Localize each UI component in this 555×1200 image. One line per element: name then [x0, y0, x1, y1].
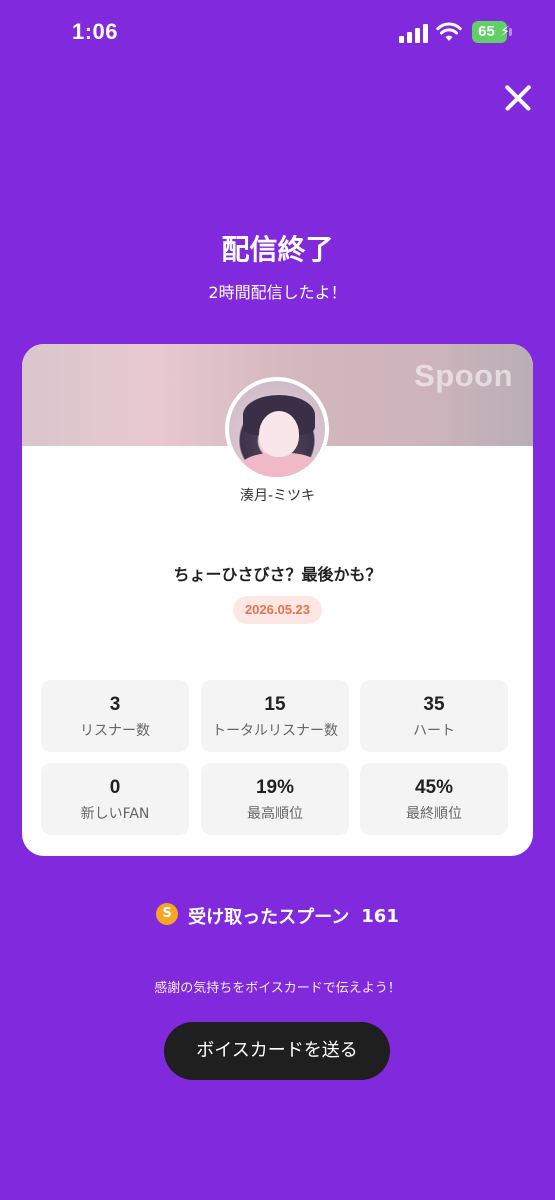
battery-level: 65: [478, 23, 495, 40]
received-spoons: S 受け取ったスプーン 161: [0, 903, 555, 929]
close-icon[interactable]: [498, 78, 538, 118]
stat-hearts: 35 ハート: [360, 680, 508, 752]
stat-label: ハート: [413, 723, 455, 739]
status-time: 1:06: [72, 19, 119, 44]
broadcast-summary-card: Spoon 湊月-ミツキ ちょーひさびさ？最後かも？ 2026.05.23 3 …: [22, 344, 533, 856]
avatar[interactable]: [225, 377, 329, 481]
battery-icon: 65 ⚡: [472, 21, 512, 43]
status-bar: 1:06 65 ⚡: [0, 0, 555, 66]
stat-total-listeners: 15 トータルリスナー数: [201, 680, 349, 752]
thanks-text: 感謝の気持ちをボイスカードで伝えよう！: [154, 981, 401, 996]
spoons-count: 161: [361, 905, 399, 927]
stat-label: トータルリスナー数: [212, 723, 338, 739]
stat-value: 3: [109, 694, 121, 715]
signal-icon: [399, 23, 429, 43]
stat-value: 15: [264, 694, 286, 715]
stat-label: 新しいFAN: [80, 806, 150, 822]
username: 湊月-ミツキ: [239, 488, 316, 504]
page-title: 配信終了: [221, 233, 334, 266]
stat-value: 35: [423, 694, 445, 715]
send-voice-card-button[interactable]: ボイスカードを送る: [164, 1022, 390, 1080]
spoons-label: 受け取ったスプーン: [188, 907, 350, 928]
date-badge: 2026.05.23: [233, 596, 322, 624]
stat-label: 最高順位: [247, 806, 303, 822]
stat-listeners: 3 リスナー数: [41, 680, 189, 752]
broadcast-title: ちょーひさびさ？最後かも？: [173, 565, 382, 584]
spoon-logo: Spoon: [414, 358, 513, 393]
wifi-icon: [436, 22, 462, 41]
stat-value: 45%: [414, 777, 454, 798]
page-subtitle: 2時間配信したよ！: [208, 283, 347, 302]
stat-value: 19%: [255, 777, 295, 798]
stat-new-fans: 0 新しいFAN: [41, 763, 189, 835]
stat-label: 最終順位: [406, 806, 462, 822]
stat-label: リスナー数: [80, 723, 150, 739]
stat-value: 0: [109, 777, 121, 798]
stat-final-rank: 45% 最終順位: [360, 763, 508, 835]
spoon-coin-icon: S: [156, 903, 179, 925]
stat-highest-rank: 19% 最高順位: [201, 763, 349, 835]
